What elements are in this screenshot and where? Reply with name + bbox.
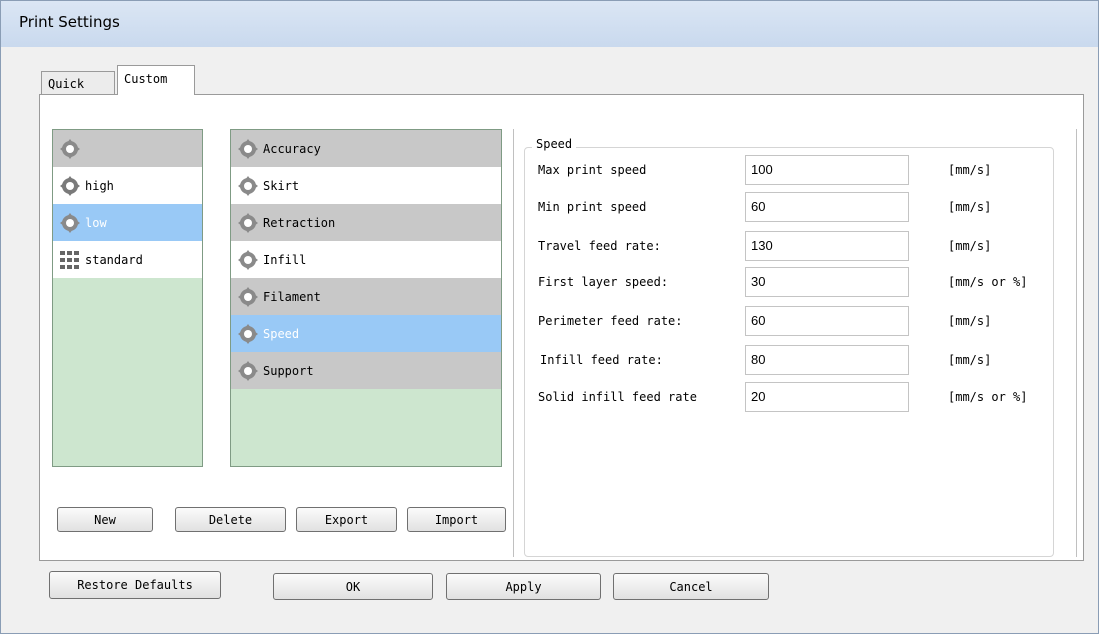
field-label: Solid infill feed rate [538, 390, 697, 404]
profile-list[interactable]: high low standard [52, 129, 203, 467]
field-label: Max print speed [538, 163, 647, 177]
gear-cross-icon [238, 360, 258, 381]
category-label: Skirt [263, 178, 300, 193]
category-item-speed[interactable]: Speed [231, 315, 501, 352]
list-item[interactable] [53, 130, 202, 167]
tab-custom[interactable]: Custom [117, 65, 195, 95]
apply-button[interactable]: Apply [446, 573, 601, 600]
category-item-support[interactable]: Support [231, 352, 501, 389]
gear-cross-icon [238, 175, 258, 196]
speed-group-title: Speed [532, 137, 577, 151]
profile-label: low [85, 215, 107, 230]
speed-input[interactable]: 30 [745, 267, 909, 297]
ok-button[interactable]: OK [273, 573, 433, 600]
field-label: First layer speed: [538, 275, 669, 289]
export-button[interactable]: Export [296, 507, 397, 532]
cancel-button[interactable]: Cancel [613, 573, 769, 600]
category-label: Infill [263, 252, 307, 267]
field-label: Travel feed rate: [538, 239, 661, 253]
dialog-client: Quick Custom high low standard Accuracy … [9, 47, 1092, 630]
speed-input[interactable]: 80 [745, 345, 909, 375]
speed-input[interactable]: 130 [745, 231, 909, 261]
field-label: Perimeter feed rate: [538, 314, 683, 328]
list-item[interactable]: high [53, 167, 202, 204]
gear-cross-icon [60, 212, 80, 233]
import-button[interactable]: Import [407, 507, 506, 532]
speed-input[interactable]: 60 [745, 306, 909, 336]
delete-button[interactable]: Delete [175, 507, 286, 532]
category-label: Support [263, 363, 314, 378]
unit-label: [mm/s or %] [948, 275, 1028, 289]
window-title: Print Settings [19, 13, 120, 31]
unit-label: [mm/s] [948, 239, 992, 253]
category-label: Speed [263, 326, 300, 341]
divider [1076, 129, 1077, 557]
speed-input[interactable]: 60 [745, 192, 909, 222]
category-label: Retraction [263, 215, 336, 230]
unit-label: [mm/s] [948, 163, 992, 177]
grid-icon [60, 250, 79, 269]
gear-cross-icon [238, 138, 258, 159]
custom-tab-page: high low standard Accuracy Skirt Retract… [39, 94, 1084, 561]
field-label: Infill feed rate: [540, 353, 663, 367]
speed-input[interactable]: 20 [745, 382, 909, 412]
print-settings-window: Print Settings Quick Custom high low sta… [0, 0, 1099, 634]
divider [513, 129, 514, 557]
category-item-filament[interactable]: Filament [231, 278, 501, 315]
gear-cross-icon [238, 212, 258, 233]
category-list[interactable]: Accuracy Skirt Retraction Infill Filament Spe… [230, 129, 502, 467]
category-label: Accuracy [263, 141, 321, 156]
category-item-retraction[interactable]: Retraction [231, 204, 501, 241]
unit-label: [mm/s] [948, 353, 992, 367]
category-item-skirt[interactable]: Skirt [231, 167, 501, 204]
unit-label: [mm/s] [948, 200, 992, 214]
restore-defaults-button[interactable]: Restore Defaults [49, 571, 221, 599]
category-label: Filament [263, 289, 321, 304]
tab-quick[interactable]: Quick [41, 71, 115, 95]
gear-cross-icon [60, 175, 80, 196]
profile-label: high [85, 178, 114, 193]
list-item[interactable]: low [53, 204, 202, 241]
list-item[interactable]: standard [53, 241, 202, 278]
category-item-accuracy[interactable]: Accuracy [231, 130, 501, 167]
gear-cross-icon [238, 249, 258, 270]
unit-label: [mm/s] [948, 314, 992, 328]
gear-cross-icon [238, 323, 258, 344]
field-label: Min print speed [538, 200, 647, 214]
new-button[interactable]: New [57, 507, 153, 532]
speed-input[interactable]: 100 [745, 155, 909, 185]
gear-cross-icon [60, 138, 80, 159]
profile-label: standard [85, 252, 143, 267]
gear-cross-icon [238, 286, 258, 307]
unit-label: [mm/s or %] [948, 390, 1028, 404]
category-item-infill[interactable]: Infill [231, 241, 501, 278]
